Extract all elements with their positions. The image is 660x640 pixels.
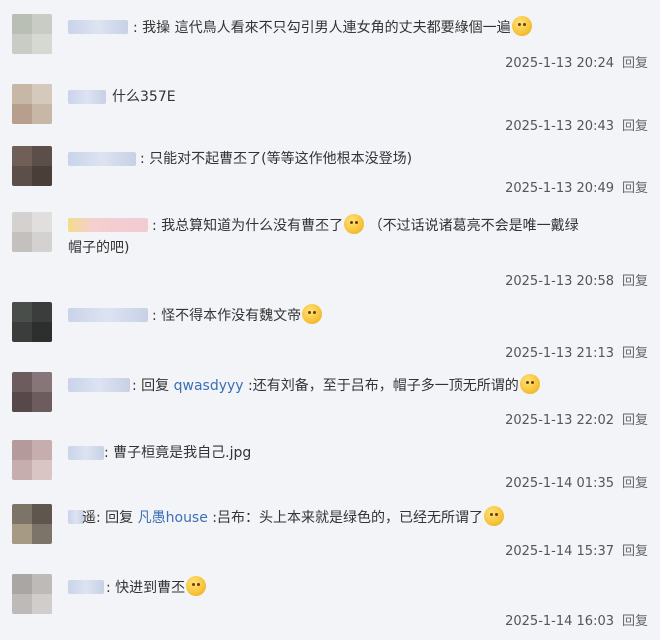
comment-body: :吕布：头上本来就是绿色的，已经无所谓了 [212,510,484,526]
reply-word: 回复 [105,510,134,526]
comment-timestamp: 2025-1-13 20:43 [505,119,614,134]
reply-button[interactable]: 回复 [622,544,648,559]
comment-text: : 快进到曹丕 [68,576,648,599]
comment-body: :还有刘备，至于吕布，帽子多一顶无所谓的 [248,378,519,394]
comment-body-line2: 帽子的吧) [68,240,130,256]
comment-timestamp: 2025-1-13 20:24 [505,56,614,71]
reply-button[interactable]: 回复 [622,614,648,629]
comment-body: 曹子桓竟是我自己.jpg [113,445,252,461]
comment-text: : 怪不得本作没有魏文帝 [68,304,648,327]
comment-meta: 2025-1-13 21:13 回复 [505,342,648,361]
comment-timestamp: 2025-1-14 16:03 [505,614,614,629]
avatar[interactable] [12,302,52,342]
comment-body: 怪不得本作没有魏文帝 [161,308,302,324]
comment-body-continued: （不过话说诸葛亮不会是唯一戴绿 [368,218,579,234]
avatar[interactable] [12,212,52,252]
comment-timestamp: 2025-1-13 20:49 [505,181,614,196]
comment-text: : 我总算知道为什么没有曹丕了 （不过话说诸葛亮不会是唯一戴绿 帽子的吧) [68,214,648,259]
comment-timestamp: 2025-1-14 01:35 [505,476,614,491]
comment-meta: 2025-1-14 15:37 回复 [505,540,648,559]
comment-text: : 我操 這代鳥人看來不只勾引男人連女角的丈夫都要綠個一遍 [68,16,648,39]
smile-emoji-icon [302,304,323,324]
comment-timestamp: 2025-1-14 15:37 [505,544,614,559]
avatar[interactable] [12,84,52,124]
comment-timestamp: 2025-1-13 21:13 [505,346,614,361]
comment-body: 什么357E [112,89,176,105]
comment-body: 我总算知道为什么没有曹丕了 [161,218,344,234]
reply-button[interactable]: 回复 [622,56,648,71]
comment-text: : 只能对不起曹丕了(等等这作他根本没登场) [68,148,648,170]
face-with-mask-emoji-icon [511,16,532,36]
reply-to-user-link[interactable]: qwasdyyy [174,378,244,394]
reply-word: 回复 [141,378,170,394]
reply-button[interactable]: 回复 [622,181,648,196]
avatar[interactable] [12,574,52,614]
reply-button[interactable]: 回复 [622,346,648,361]
tongue-out-emoji-icon [484,506,505,526]
avatar[interactable] [12,372,52,412]
comment-text: 遥: 回复 凡愚house :吕布：头上本来就是绿色的，已经无所谓了 [68,506,648,529]
avatar[interactable] [12,440,52,480]
reply-button[interactable]: 回复 [622,119,648,134]
reply-button[interactable]: 回复 [622,274,648,289]
comment-meta: 2025-1-14 16:03 回复 [505,610,648,629]
avatar[interactable] [12,146,52,186]
comment-prefix: : [133,20,138,36]
comment-prefix: : [132,378,137,394]
comment-list: : 我操 這代鳥人看來不只勾引男人連女角的丈夫都要綠個一遍 2025-1-13 … [0,0,660,640]
comment-meta: 2025-1-13 22:02 回复 [505,409,648,428]
avatar[interactable] [12,14,52,54]
comment-body: 我操 這代鳥人看來不只勾引男人連女角的丈夫都要綠個一遍 [142,20,511,36]
comment-body: 只能对不起曹丕了(等等这作他根本没登场) [149,151,413,167]
heart-eyes-emoji-icon [186,576,207,596]
comment-prefix: : [152,308,157,324]
comment-prefix: : [104,445,109,461]
comment-timestamp: 2025-1-13 22:02 [505,413,614,428]
comment-text: 什么357E [68,86,648,108]
comment-prefix: 遥: [82,510,101,526]
comment-meta: 2025-1-13 20:58 回复 [505,270,648,289]
comment-prefix: : [140,151,145,167]
avatar[interactable] [12,504,52,544]
smile-emoji-icon [344,214,365,234]
comment-meta: 2025-1-14 01:35 回复 [505,472,648,491]
comment-meta: 2025-1-13 20:24 回复 [505,52,648,71]
comment-text: : 曹子桓竟是我自己.jpg [68,442,648,464]
comment-prefix: : [106,580,111,596]
reply-button[interactable]: 回复 [622,476,648,491]
comment-meta: 2025-1-13 20:43 回复 [505,115,648,134]
smile-emoji-icon [519,374,540,394]
comment-body: 快进到曹丕 [115,580,186,596]
comment-timestamp: 2025-1-13 20:58 [505,274,614,289]
comment-text: : 回复 qwasdyyy :还有刘备，至于吕布，帽子多一顶无所谓的 [68,374,648,397]
comment-prefix: : [152,218,157,234]
reply-to-user-link[interactable]: 凡愚house [138,510,208,526]
comment-meta: 2025-1-13 20:49 回复 [505,177,648,196]
reply-button[interactable]: 回复 [622,413,648,428]
